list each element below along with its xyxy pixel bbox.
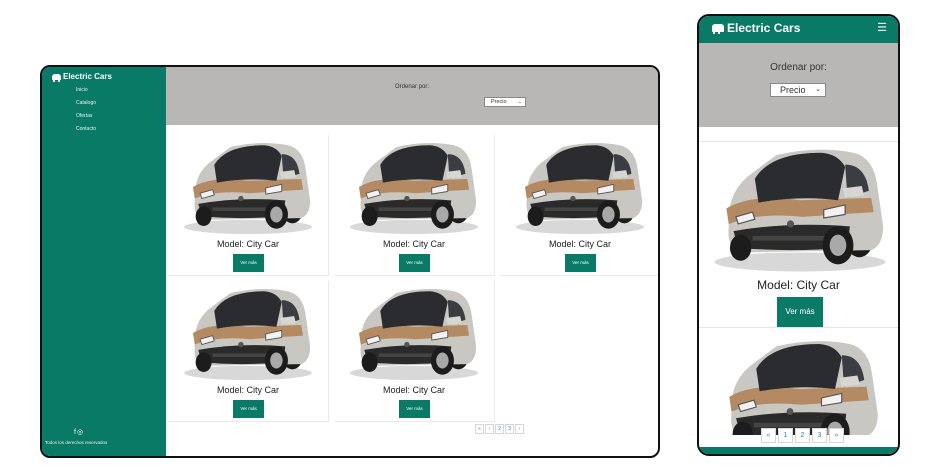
- desktop-mockup: Electric Cars Inicio Catalogo Ofertas Co…: [40, 65, 660, 458]
- sort-select[interactable]: Precio ⌄: [770, 83, 826, 97]
- pagination: « ‹ 2 3 ›: [475, 424, 524, 434]
- hamburger-menu-icon[interactable]: ☰: [877, 21, 887, 34]
- chevron-down-icon: ⌄: [517, 99, 522, 105]
- chevron-down-icon: ⌄: [815, 86, 821, 93]
- sort-select-value: Precio: [491, 99, 507, 105]
- page-3[interactable]: 3: [812, 428, 827, 443]
- brand-name: Electric Cars: [63, 72, 112, 81]
- brand-name: Electric Cars: [727, 21, 801, 35]
- product-card: Model: City Car Ver más: [334, 135, 495, 276]
- ver-mas-button[interactable]: Ver más: [399, 254, 430, 272]
- product-model: Model: City Car: [382, 239, 445, 249]
- product-model: Model: City Car: [216, 385, 279, 395]
- car-image: [709, 335, 889, 435]
- mobile-mockup: Electric Cars ☰ Ordenar por: Precio ⌄ Mo…: [697, 14, 900, 456]
- nav-item-contacto[interactable]: Contacto: [76, 123, 96, 136]
- car-icon: [712, 24, 724, 34]
- social-links: f◎: [74, 428, 84, 436]
- page-prev[interactable]: ‹: [485, 424, 494, 434]
- nav-item-inicio[interactable]: Inicio: [76, 84, 96, 97]
- page-first[interactable]: «: [761, 428, 776, 443]
- ver-mas-button[interactable]: Ver más: [233, 254, 264, 272]
- sort-label: Ordenar por:: [394, 84, 430, 90]
- sort-select-value: Precio: [780, 85, 806, 95]
- product-card: Model: City Car Ver más: [168, 135, 329, 276]
- page-2[interactable]: 2: [495, 424, 504, 434]
- sidebar: Electric Cars Inicio Catalogo Ofertas Co…: [42, 67, 166, 456]
- car-image: [343, 283, 485, 383]
- nav-item-ofertas[interactable]: Ofertas: [76, 110, 96, 123]
- product-model: Model: City Car: [382, 385, 445, 395]
- ver-mas-button[interactable]: Ver más: [399, 400, 430, 418]
- car-image: [177, 283, 319, 383]
- sidebar-nav: Inicio Catalogo Ofertas Contacto: [76, 84, 96, 136]
- sort-select[interactable]: Precio ⌄: [484, 97, 526, 107]
- car-image: [343, 137, 485, 237]
- instagram-icon[interactable]: ◎: [77, 429, 84, 436]
- product-model: Model: City Car: [216, 239, 279, 249]
- sort-bar: Ordenar por: Precio ⌄: [699, 43, 898, 127]
- divider: [699, 327, 898, 328]
- product-model: Model: City Car: [548, 239, 611, 249]
- brand-logo[interactable]: Electric Cars: [712, 21, 800, 35]
- mobile-footer: [699, 447, 898, 454]
- car-icon: [52, 73, 61, 82]
- sort-label: Ordenar por:: [770, 62, 827, 73]
- nav-item-catalogo[interactable]: Catalogo: [76, 97, 96, 110]
- mobile-header: Electric Cars ☰: [699, 16, 898, 43]
- product-card: Model: City Car Ver más: [168, 281, 329, 422]
- pagination: « 1 2 3 »: [761, 428, 844, 443]
- page-3[interactable]: 3: [505, 424, 514, 434]
- product-model: Model: City Car: [757, 278, 840, 292]
- product-card: Model: City Car Ver más: [500, 135, 658, 276]
- page-2[interactable]: 2: [795, 428, 810, 443]
- page-1[interactable]: 1: [778, 428, 793, 443]
- ver-mas-button[interactable]: Ver más: [565, 254, 596, 272]
- car-image: [509, 137, 651, 237]
- page-next[interactable]: ›: [515, 424, 524, 434]
- ver-mas-button[interactable]: Ver más: [777, 297, 823, 327]
- sort-bar: Ordenar por: Precio ⌄: [166, 67, 658, 125]
- car-image: [705, 130, 895, 287]
- product-card: Model: City Car Ver más: [334, 281, 495, 422]
- copyright: Todos los derechos reservados: [45, 440, 108, 445]
- page-first[interactable]: «: [475, 424, 484, 434]
- brand-logo[interactable]: Electric Cars: [52, 72, 112, 82]
- car-image: [177, 137, 319, 237]
- ver-mas-button[interactable]: Ver más: [233, 400, 264, 418]
- page-last[interactable]: »: [829, 428, 844, 443]
